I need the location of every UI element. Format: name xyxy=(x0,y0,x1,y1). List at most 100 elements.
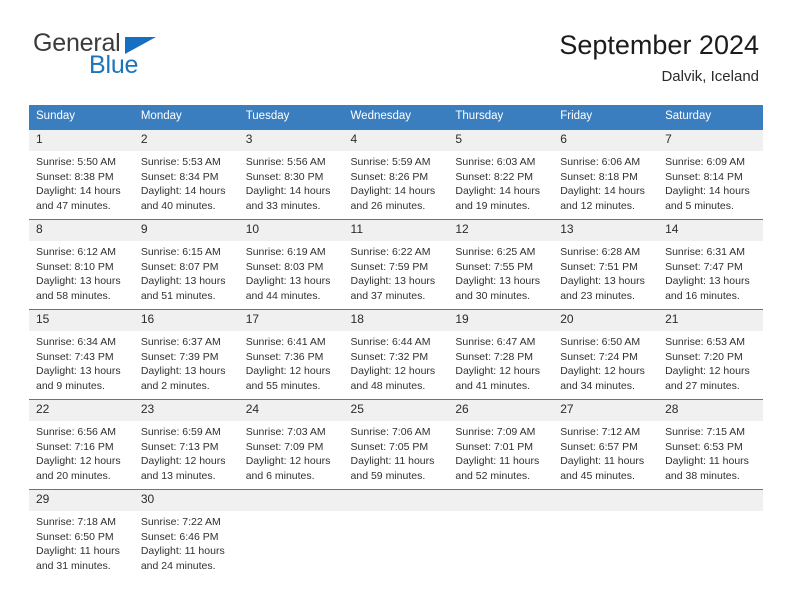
calendar-day-cell[interactable]: 5 Sunrise: 6:03 AM Sunset: 8:22 PM Daylight… xyxy=(448,128,554,220)
daylight-text-line2: and 59 minutes. xyxy=(350,470,426,483)
daylight-text-line2: and 19 minutes. xyxy=(455,200,531,213)
day-number: 18 xyxy=(343,309,449,331)
calendar-day-cell[interactable]: 19 Sunrise: 6:47 AM Sunset: 7:28 PM Dayligh… xyxy=(448,308,554,400)
sunset-text: Sunset: 7:51 PM xyxy=(560,260,638,273)
daylight-text-line1: Daylight: 11 hours xyxy=(36,545,120,558)
sunset-text: Sunset: 8:14 PM xyxy=(665,170,743,183)
calendar-day-cell[interactable]: 21 Sunrise: 6:53 AM Sunset: 7:20 PM Dayligh… xyxy=(658,308,763,400)
calendar-day-cell[interactable]: 3 Sunrise: 5:56 AM Sunset: 8:30 PM Daylight… xyxy=(238,128,344,220)
daylight-text-line2: and 40 minutes. xyxy=(140,200,216,213)
calendar-day-cell[interactable]: 27 Sunrise: 7:12 AM Sunset: 6:57 PM Dayligh… xyxy=(553,398,659,490)
daylight-text-line2: and 12 minutes. xyxy=(560,200,635,213)
calendar-day-cell[interactable]: 30 Sunrise: 7:22 AM Sunset: 6:46 PM Dayligh… xyxy=(133,488,239,575)
day-number: 27 xyxy=(553,399,659,421)
calendar-day-cell[interactable]: 1 Sunrise: 5:50 AM Sunset: 8:38 PM Daylight… xyxy=(29,128,134,220)
day-details: Sunrise: 5:59 AM Sunset: 8:26 PM Daylight:… xyxy=(344,151,449,215)
sunrise-text: Sunrise: 6:19 AM xyxy=(245,245,326,258)
calendar-day-cell[interactable]: 16 Sunrise: 6:37 AM Sunset: 7:39 PM Dayligh… xyxy=(133,308,239,400)
day-number xyxy=(658,489,763,511)
sunset-text: Sunset: 6:57 PM xyxy=(560,440,638,453)
day-details: Sunrise: 6:44 AM Sunset: 7:32 PM Daylight:… xyxy=(344,331,449,395)
daylight-text-line2: and 52 minutes. xyxy=(455,470,531,483)
sunrise-text: Sunrise: 6:47 AM xyxy=(455,335,536,348)
calendar-day-cell[interactable]: 2 Sunrise: 5:53 AM Sunset: 8:34 PM Daylight… xyxy=(133,128,239,220)
day-number: 3 xyxy=(238,129,344,151)
calendar-day-cell[interactable]: 13 Sunrise: 6:28 AM Sunset: 7:51 PM Dayligh… xyxy=(553,218,659,310)
day-number: 15 xyxy=(29,309,134,331)
daylight-text-line1: Daylight: 12 hours xyxy=(560,365,645,378)
calendar-day-cell[interactable]: 26 Sunrise: 7:09 AM Sunset: 7:01 PM Dayligh… xyxy=(448,398,554,490)
weekday-header-wednesday: Wednesday xyxy=(343,105,449,130)
calendar-day-cell[interactable]: 17 Sunrise: 6:41 AM Sunset: 7:36 PM Dayligh… xyxy=(238,308,344,400)
day-details: Sunrise: 5:50 AM Sunset: 8:38 PM Daylight:… xyxy=(29,151,134,215)
sunrise-text: Sunrise: 6:34 AM xyxy=(36,335,116,348)
daylight-text-line1: Daylight: 11 hours xyxy=(350,455,435,468)
calendar-day-cell[interactable]: 11 Sunrise: 6:22 AM Sunset: 7:59 PM Dayligh… xyxy=(343,218,449,310)
daylight-text-line2: and 26 minutes. xyxy=(350,200,426,213)
daylight-text-line1: Daylight: 14 hours xyxy=(665,185,750,198)
daylight-text-line2: and 27 minutes. xyxy=(665,380,740,393)
day-number: 26 xyxy=(448,399,554,421)
sunset-text: Sunset: 7:09 PM xyxy=(245,440,324,453)
sunrise-text: Sunrise: 7:15 AM xyxy=(665,425,746,438)
day-number: 11 xyxy=(343,219,449,241)
calendar-day-cell[interactable]: 28 Sunrise: 7:15 AM Sunset: 6:53 PM Dayligh… xyxy=(658,398,763,490)
calendar-day-cell[interactable]: 22 Sunrise: 6:56 AM Sunset: 7:16 PM Dayligh… xyxy=(29,398,134,490)
daylight-text-line2: and 38 minutes. xyxy=(665,470,740,483)
daylight-text-line1: Daylight: 13 hours xyxy=(560,275,645,288)
sunset-text: Sunset: 7:01 PM xyxy=(455,440,534,453)
day-number: 13 xyxy=(553,219,659,241)
day-number: 9 xyxy=(133,219,239,241)
calendar-day-cell[interactable]: 29 Sunrise: 7:18 AM Sunset: 6:50 PM Dayligh… xyxy=(29,488,134,575)
day-details: Sunrise: 6:56 AM Sunset: 7:16 PM Daylight:… xyxy=(29,421,134,485)
sunrise-text: Sunrise: 7:22 AM xyxy=(140,515,221,528)
day-details: Sunrise: 6:09 AM Sunset: 8:14 PM Daylight:… xyxy=(658,151,763,215)
day-number: 5 xyxy=(448,129,554,151)
day-details: Sunrise: 6:53 AM Sunset: 7:20 PM Daylight:… xyxy=(658,331,763,395)
day-number: 19 xyxy=(448,309,554,331)
calendar-day-cell[interactable]: 7 Sunrise: 6:09 AM Sunset: 8:14 PM Daylight… xyxy=(658,128,763,220)
sunrise-text: Sunrise: 6:31 AM xyxy=(665,245,746,258)
brand-logo[interactable]: General Blue xyxy=(33,28,156,78)
calendar-cell-empty xyxy=(658,488,763,575)
calendar-day-cell[interactable]: 24 Sunrise: 7:03 AM Sunset: 7:09 PM Dayligh… xyxy=(238,398,344,490)
calendar-day-cell[interactable]: 4 Sunrise: 5:59 AM Sunset: 8:26 PM Daylight… xyxy=(343,128,449,220)
calendar-day-cell[interactable]: 20 Sunrise: 6:50 AM Sunset: 7:24 PM Dayligh… xyxy=(553,308,659,400)
daylight-text-line1: Daylight: 14 hours xyxy=(245,185,331,198)
day-details: Sunrise: 5:53 AM Sunset: 8:34 PM Daylight:… xyxy=(134,151,239,215)
day-number: 25 xyxy=(343,399,449,421)
calendar-day-cell[interactable]: 18 Sunrise: 6:44 AM Sunset: 7:32 PM Dayligh… xyxy=(343,308,449,400)
calendar-day-cell[interactable]: 15 Sunrise: 6:34 AM Sunset: 7:43 PM Dayligh… xyxy=(29,308,134,400)
day-number: 2 xyxy=(133,129,239,151)
day-details: Sunrise: 6:25 AM Sunset: 7:55 PM Daylight:… xyxy=(448,241,553,305)
calendar-page: General Blue September 2024 Dalvik, Icel… xyxy=(0,0,792,612)
calendar-day-cell[interactable]: 6 Sunrise: 6:06 AM Sunset: 8:18 PM Daylight… xyxy=(553,128,659,220)
day-number: 12 xyxy=(448,219,554,241)
daylight-text-line1: Daylight: 13 hours xyxy=(245,275,331,288)
calendar-day-cell[interactable]: 14 Sunrise: 6:31 AM Sunset: 7:47 PM Dayligh… xyxy=(658,218,763,310)
calendar-day-cell[interactable]: 12 Sunrise: 6:25 AM Sunset: 7:55 PM Dayligh… xyxy=(448,218,554,310)
day-number: 16 xyxy=(133,309,239,331)
weekday-header-tuesday: Tuesday xyxy=(238,105,344,130)
day-details: Sunrise: 6:37 AM Sunset: 7:39 PM Daylight:… xyxy=(134,331,239,395)
day-details: Sunrise: 6:31 AM Sunset: 7:47 PM Daylight:… xyxy=(658,241,763,305)
sunset-text: Sunset: 7:59 PM xyxy=(350,260,429,273)
weekday-header-sunday: Sunday xyxy=(29,105,134,130)
daylight-text-line1: Daylight: 14 hours xyxy=(560,185,645,198)
sunrise-text: Sunrise: 5:59 AM xyxy=(350,155,431,168)
calendar-day-cell[interactable]: 23 Sunrise: 6:59 AM Sunset: 7:13 PM Dayligh… xyxy=(133,398,239,490)
daylight-text-line1: Daylight: 12 hours xyxy=(245,365,331,378)
calendar-day-cell[interactable]: 8 Sunrise: 6:12 AM Sunset: 8:10 PM Daylight… xyxy=(29,218,134,310)
day-number: 17 xyxy=(238,309,344,331)
day-number: 20 xyxy=(553,309,659,331)
daylight-text-line2: and 9 minutes. xyxy=(36,380,105,393)
calendar-day-cell[interactable]: 9 Sunrise: 6:15 AM Sunset: 8:07 PM Daylight… xyxy=(133,218,239,310)
calendar-day-cell[interactable]: 10 Sunrise: 6:19 AM Sunset: 8:03 PM Dayligh… xyxy=(238,218,344,310)
title-block: September 2024 Dalvik, Iceland xyxy=(559,28,759,85)
sunrise-text: Sunrise: 7:03 AM xyxy=(245,425,326,438)
calendar-day-cell[interactable]: 25 Sunrise: 7:06 AM Sunset: 7:05 PM Dayligh… xyxy=(343,398,449,490)
day-details: Sunrise: 6:34 AM Sunset: 7:43 PM Daylight:… xyxy=(29,331,134,395)
daylight-text-line2: and 48 minutes. xyxy=(350,380,426,393)
daylight-text-line2: and 44 minutes. xyxy=(245,290,321,303)
daylight-text-line1: Daylight: 14 hours xyxy=(140,185,226,198)
